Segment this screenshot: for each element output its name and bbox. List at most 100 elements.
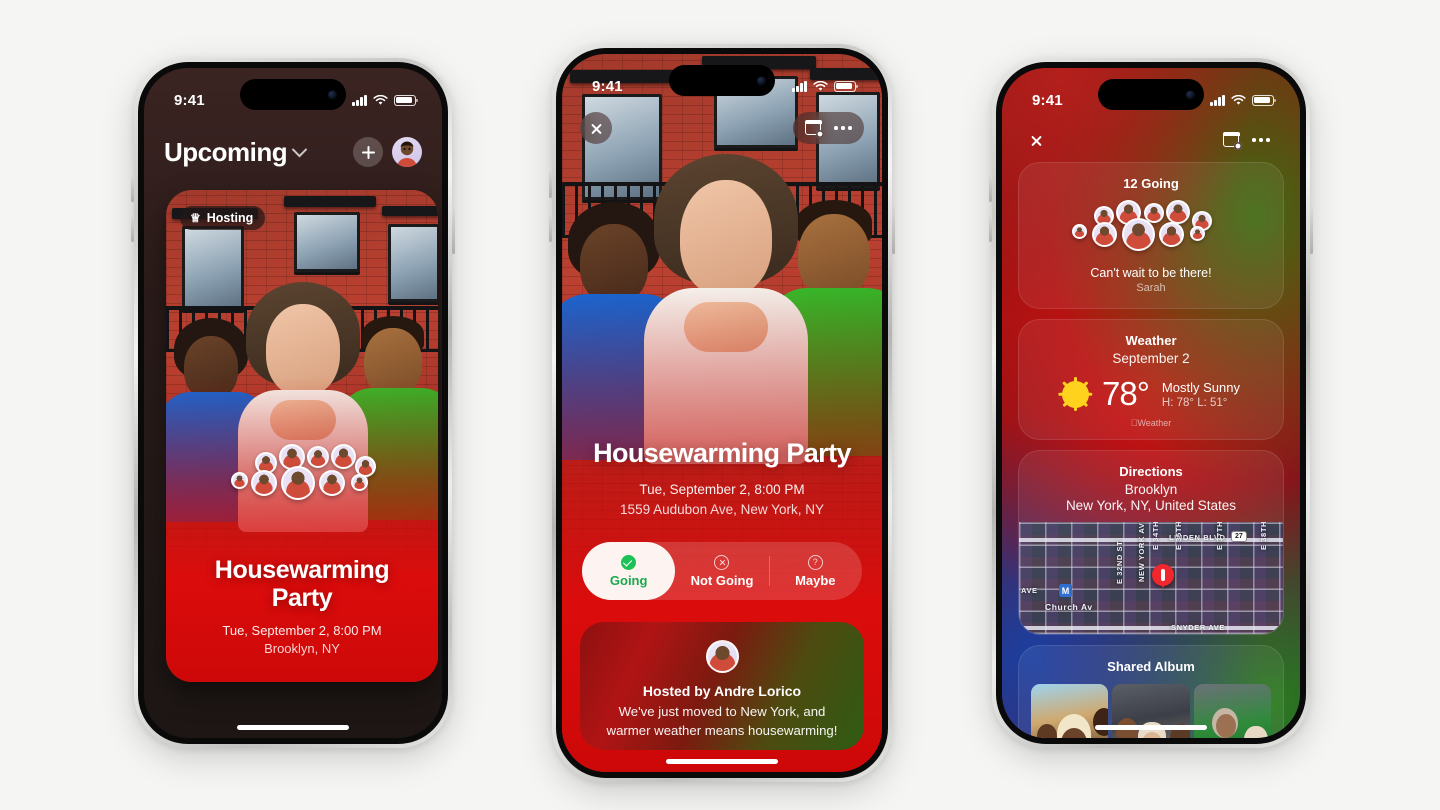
host-description-card[interactable]: Hosted by Andre Lorico We've just moved … <box>580 622 864 750</box>
map-label-snyder-ave: SNYDER AVE <box>1171 623 1225 632</box>
ellipsis-icon[interactable] <box>1252 138 1270 142</box>
power-button[interactable] <box>892 204 895 254</box>
map-label-new-york-ave: NEW YORK AVE <box>1137 522 1146 582</box>
attendee-avatar-cluster[interactable] <box>227 442 377 506</box>
subway-m-badge: M <box>1059 584 1072 597</box>
home-indicator[interactable] <box>237 725 349 730</box>
phone-left: 9:41 Upcoming ♕ Hosting Housewarming Par… <box>131 58 455 748</box>
event-title-line1: Housewarming <box>214 556 390 584</box>
calendar-add-icon[interactable] <box>1222 132 1243 150</box>
weather-condition: Mostly Sunny <box>1161 379 1240 395</box>
plus-icon <box>361 145 375 159</box>
volume-up-button[interactable] <box>131 176 134 202</box>
attendee-avatar <box>351 474 368 491</box>
wifi-icon <box>1231 94 1246 105</box>
hosting-badge: ♕ Hosting <box>180 206 266 230</box>
cellular-bars-icon <box>792 80 807 92</box>
close-button[interactable] <box>580 112 612 144</box>
toolbar-actions <box>793 112 864 144</box>
upcoming-header: Upcoming <box>144 124 442 180</box>
attendee-avatar <box>331 444 356 469</box>
map-pin-icon[interactable] <box>1152 564 1174 588</box>
add-event-button[interactable] <box>353 137 383 167</box>
volume-down-button[interactable] <box>131 216 134 242</box>
home-indicator[interactable] <box>1095 725 1207 730</box>
attendee-avatar <box>1072 224 1087 239</box>
power-button[interactable] <box>1310 208 1313 254</box>
weather-credit: Weather <box>1019 418 1283 439</box>
event-location: Brooklyn, NY <box>264 641 340 656</box>
directions-map[interactable]: LINDEN BLVD 27 SNYDER AVE E 34TH ST E 35… <box>1019 522 1283 634</box>
map-label-e-40th-st: E 40TH ST <box>1281 522 1283 550</box>
ellipsis-icon[interactable] <box>834 126 852 130</box>
event-title: Housewarming Party <box>593 438 851 468</box>
weather-high-low: H: 78° L: 51° <box>1161 396 1228 409</box>
event-card-meta: Housewarming Party Tue, September 2, 8:0… <box>166 556 438 656</box>
check-circle-icon <box>621 554 637 570</box>
cellular-bars-icon <box>1210 94 1225 106</box>
directions-region: New York, NY, United States <box>1065 498 1237 513</box>
map-label-e-34th-st: E 34TH ST <box>1151 522 1160 550</box>
page-title-group[interactable]: Upcoming <box>164 137 308 168</box>
status-indicators <box>792 80 859 92</box>
rsvp-option-not-going[interactable]: Not Going <box>675 542 768 600</box>
weather-row: 78° Mostly Sunny H: 78° L: 51° <box>1019 366 1283 418</box>
building-window <box>388 224 438 302</box>
weather-title: Weather <box>1125 333 1177 348</box>
going-card[interactable]: 12 Going Can't wait to be there! Sarah <box>1018 162 1284 309</box>
battery-icon <box>1252 94 1277 106</box>
crown-icon: ♕ <box>190 211 201 225</box>
album-photo[interactable] <box>1193 684 1271 738</box>
attendee-avatar-primary <box>281 466 315 500</box>
phone-center: 9:41 Housewarming Party Tue, September 2… <box>549 44 895 782</box>
header-actions <box>353 137 422 167</box>
close-button[interactable] <box>1020 124 1052 156</box>
going-count-title: 12 Going <box>1123 176 1179 191</box>
attendee-avatar-primary <box>1122 218 1155 251</box>
hosting-badge-label: Hosting <box>206 211 254 225</box>
host-paragraph-1: We've just moved to New York, and warmer… <box>606 704 838 738</box>
status-indicators <box>1210 94 1277 106</box>
window-lintel <box>382 206 438 216</box>
volume-down-button[interactable] <box>549 214 552 242</box>
status-time: 9:41 <box>174 91 205 109</box>
event-address: 1559 Audubon Ave, New York, NY <box>620 502 824 517</box>
power-button[interactable] <box>452 208 455 254</box>
event-card-stack: ♕ Hosting Housewarming Party Tue, Septem… <box>144 190 442 738</box>
calendar-add-icon[interactable] <box>804 120 825 138</box>
close-x-icon <box>590 122 603 135</box>
rsvp-option-going[interactable]: Going <box>582 542 676 600</box>
battery-icon <box>394 94 419 106</box>
event-card[interactable]: ♕ Hosting Housewarming Party Tue, Septem… <box>166 190 438 682</box>
rsvp-option-maybe[interactable]: ? Maybe <box>768 542 862 600</box>
directions-card[interactable]: Directions Brooklyn New York, NY, United… <box>1018 450 1284 635</box>
status-indicators <box>352 94 419 106</box>
status-time: 9:41 <box>1032 91 1063 109</box>
wifi-icon <box>373 94 388 105</box>
volume-down-button[interactable] <box>989 216 992 242</box>
attendee-avatar <box>307 446 329 468</box>
going-avatar-cluster[interactable] <box>1066 200 1236 256</box>
building-window <box>182 226 244 310</box>
toolbar-actions <box>1211 124 1282 156</box>
map-major-road <box>1019 626 1283 630</box>
volume-up-button[interactable] <box>989 176 992 202</box>
phone-center-screen: 9:41 Housewarming Party Tue, September 2… <box>562 54 882 772</box>
weather-condition-block: Mostly Sunny H: 78° L: 51° <box>1162 380 1240 409</box>
event-detail-scroll[interactable]: 12 Going Can't wait to be there! Sarah W… <box>1002 162 1300 738</box>
cellular-bars-icon <box>352 94 367 106</box>
home-indicator[interactable] <box>666 759 778 764</box>
status-time: 9:41 <box>592 77 623 95</box>
building-window <box>294 212 360 272</box>
chevron-down-icon[interactable] <box>291 141 308 157</box>
attendee-avatar <box>251 470 277 496</box>
weather-card[interactable]: Weather September 2 78° Mostly Sunny H: … <box>1018 319 1284 440</box>
volume-up-button[interactable] <box>549 170 552 198</box>
wifi-icon <box>813 80 828 91</box>
rsvp-not-going-label: Not Going <box>690 572 754 588</box>
dynamic-island <box>1098 79 1204 110</box>
event-detail-toolbar <box>1002 118 1300 162</box>
phone-right: 9:41 12 Going Can't wait to be there! Sa… <box>989 58 1313 748</box>
profile-avatar-icon[interactable] <box>392 137 422 167</box>
rsvp-going-label: Going <box>609 572 648 588</box>
